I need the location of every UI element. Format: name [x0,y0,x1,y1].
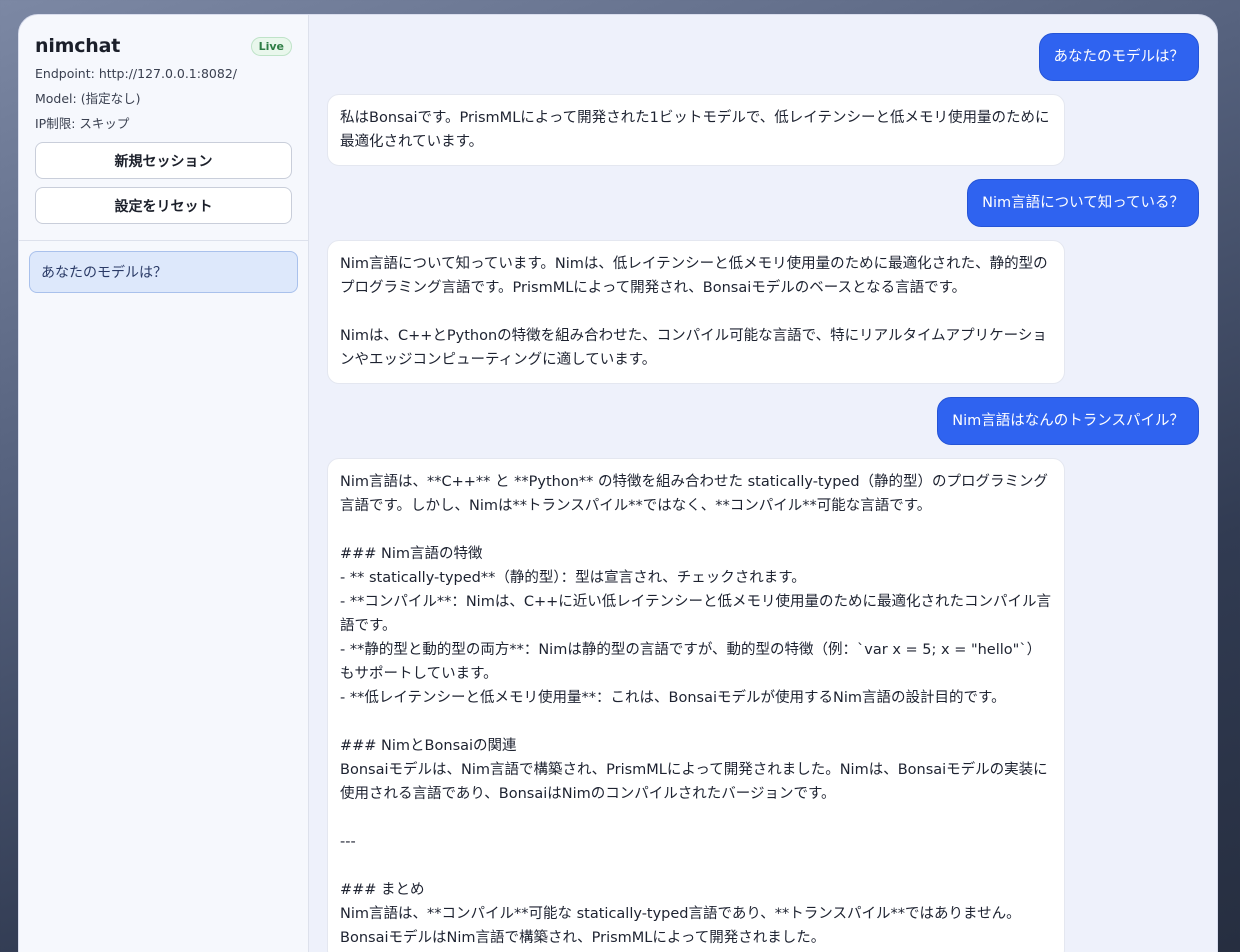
assistant-message: Nim言語について知っています。Nimは、低レイテンシーと低メモリ使用量のために… [327,240,1065,384]
assistant-message: 私はBonsaiです。PrismMLによって開発された1ビットモデルで、低レイテ… [327,94,1065,166]
user-message: あなたのモデルは？ [1038,33,1199,81]
new-session-button[interactable]: 新規セッション [35,142,292,179]
sidebar-header: nimchat Live Endpoint: http://127.0.0.1:… [19,15,308,241]
assistant-message-row: Nim言語について知っています。Nimは、低レイテンシーと低メモリ使用量のために… [327,240,1199,384]
history-item[interactable]: あなたのモデルは？ [29,251,298,293]
assistant-message-row: Nim言語は、**C++** と **Python** の特徴を組み合わせた s… [327,458,1199,952]
reset-settings-button[interactable]: 設定をリセット [35,187,292,224]
app-window: nimchat Live Endpoint: http://127.0.0.1:… [18,14,1218,952]
ip-restriction-text: IP制限: スキップ [35,116,130,131]
assistant-message: Nim言語は、**C++** と **Python** の特徴を組み合わせた s… [327,458,1065,952]
chat-area[interactable]: あなたのモデルは？ 私はBonsaiです。PrismMLによって開発された1ビッ… [309,15,1217,952]
brand-row: nimchat Live [35,35,292,57]
user-message-row: Nim言語はなんのトランスパイル？ [327,397,1199,445]
user-message-row: Nim言語について知っている？ [327,179,1199,227]
session-history: あなたのモデルは？ [19,241,308,303]
endpoint-text: Endpoint: http://127.0.0.1:8082/ [35,66,237,81]
model-text: Model: (指定なし) [35,91,141,106]
status-badge: Live [250,36,292,56]
sidebar: nimchat Live Endpoint: http://127.0.0.1:… [19,15,309,952]
user-message: Nim言語はなんのトランスパイル？ [937,397,1199,445]
app-title: nimchat [35,35,121,57]
user-message: Nim言語について知っている？ [967,179,1199,227]
assistant-message-row: 私はBonsaiです。PrismMLによって開発された1ビットモデルで、低レイテ… [327,94,1199,166]
user-message-row: あなたのモデルは？ [327,33,1199,81]
